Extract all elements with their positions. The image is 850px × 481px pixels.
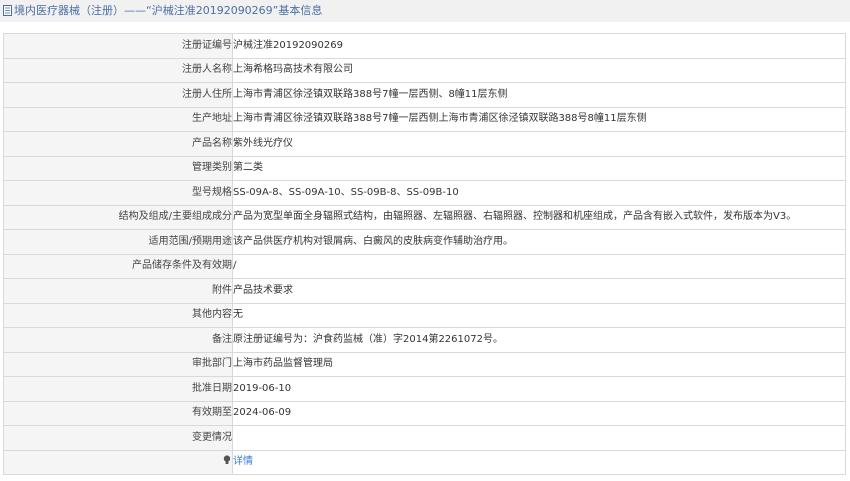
row-value: 上海市药品监督管理局 [232,351,846,377]
row-value: 第二类 [232,155,846,181]
table-row: 型号规格 SS-09A-8、SS-09A-10、SS-09B-8、SS-09B-1… [3,180,846,206]
row-label: 适用范围/预期用途 [3,229,233,255]
row-label: 注册证编号 [3,33,233,59]
detail-value-cell: 详情 [232,449,846,475]
page-title: 境内医疗器械（注册）——“沪械注准20192090269”基本信息 [14,4,323,17]
detail-link[interactable]: 详情 [234,456,254,467]
row-value: 沪械注准20192090269 [232,33,846,59]
row-value: 原注册证编号为：沪食药监械（准）字2014第2261072号。 [232,327,846,353]
table-row: 产品名称 紫外线光疗仪 [3,131,846,157]
table-row: 注册人住所 上海市青浦区徐泾镇双联路388号7幢一层西侧、8幢11层东侧 [3,82,846,108]
table-row: 注册人名称 上海希格玛高技术有限公司 [3,57,846,83]
table-row: 其他内容无 [3,302,846,328]
row-value: 上海市青浦区徐泾镇双联路388号7幢一层西侧上海市青浦区徐泾镇双联路388号8幢… [232,106,846,132]
info-table: 注册证编号 沪械注准20192090269 注册人名称 上海希格玛高技术有限公司 注册人… [3,33,846,475]
table-row: 产品储存条件及有效期 / [3,253,846,279]
row-label: 生产地址 [3,106,233,132]
table-row: 批准日期 2019-06-10 [3,376,846,402]
table-row: 变更情况 [3,425,846,451]
table-row: 结构及组成/主要组成成分 产品为宽型单面全身辐照式结构，由辐照器、左辐照器、右辐照… [3,204,846,230]
detail-label-cell [3,449,233,475]
table-row: 生产地址 上海市青浦区徐泾镇双联路388号7幢一层西侧上海市青浦区徐泾镇双联路38… [3,106,846,132]
row-value: SS-09A-8、SS-09A-10、SS-09B-8、SS-09B-10 [232,180,846,206]
row-value: 该产品供医疗机构对银屑病、白癜风的皮肤病变作辅助治疗用。 [232,229,846,255]
info-table-container: 注册证编号 沪械注准20192090269 注册人名称 上海希格玛高技术有限公司 注册人… [0,22,850,475]
row-label: 产品名称 [3,131,233,157]
row-label: 注册人名称 [3,57,233,83]
row-value: 上海希格玛高技术有限公司 [232,57,846,83]
table-row: 备注 原注册证编号为：沪食药监械（准）字2014第2261072号。 [3,327,846,353]
table-row: 附件 产品技术要求 [3,278,846,304]
row-value: 产品为宽型单面全身辐照式结构，由辐照器、左辐照器、右辐照器、控制器和机座组成，产… [232,204,846,230]
table-row: 管理类别 第二类 [3,155,846,181]
document-icon [3,4,12,16]
row-value: / [232,253,846,279]
page-title-bar: 境内医疗器械（注册）——“沪械注准20192090269”基本信息 [0,0,850,22]
row-label: 备注 [3,327,233,353]
row-value [232,425,846,451]
row-value: 2019-06-10 [232,376,846,402]
table-row-detail: 详情 [3,449,846,475]
lightbulb-icon [223,455,231,465]
table-row: 注册证编号 沪械注准20192090269 [3,33,846,59]
row-label: 其他内容 [3,302,233,328]
row-value: 产品技术要求 [232,278,846,304]
table-row: 适用范围/预期用途 该产品供医疗机构对银屑病、白癜风的皮肤病变作辅助治疗用。 [3,229,846,255]
row-label: 附件 [3,278,233,304]
row-label: 结构及组成/主要组成成分 [3,204,233,230]
row-value: 2024-06-09 [232,400,846,426]
row-label: 管理类别 [3,155,233,181]
row-label: 注册人住所 [3,82,233,108]
table-row: 审批部门 上海市药品监督管理局 [3,351,846,377]
row-label: 变更情况 [3,425,233,451]
row-label: 审批部门 [3,351,233,377]
table-row: 有效期至 2024-06-09 [3,400,846,426]
row-value: 上海市青浦区徐泾镇双联路388号7幢一层西侧、8幢11层东侧 [232,82,846,108]
row-value: 无 [232,302,846,328]
row-label: 有效期至 [3,400,233,426]
row-label: 产品储存条件及有效期 [3,253,233,279]
row-label: 批准日期 [3,376,233,402]
row-value: 紫外线光疗仪 [232,131,846,157]
row-label: 型号规格 [3,180,233,206]
